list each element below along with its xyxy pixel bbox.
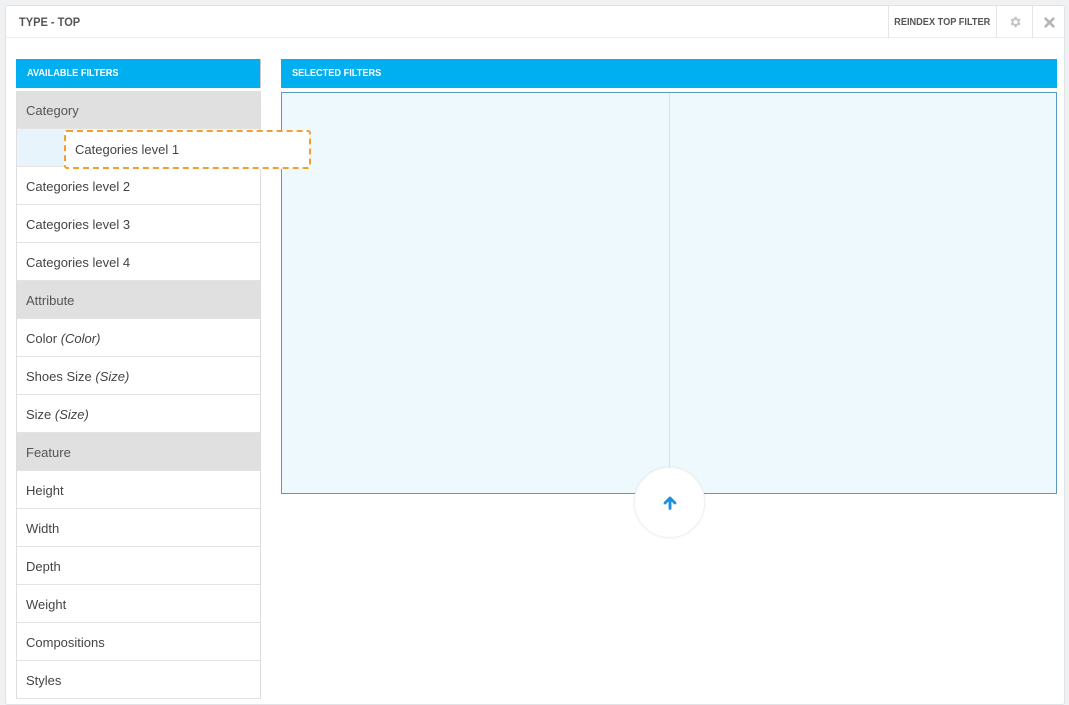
- panel-header: TYPE - TOP REINDEX TOP FILTER: [6, 6, 1064, 38]
- move-up-button[interactable]: [634, 467, 705, 538]
- filter-label: Weight: [26, 597, 67, 612]
- filter-group-header: Attribute: [17, 281, 260, 319]
- close-button[interactable]: [1032, 6, 1066, 38]
- available-filters-heading: AVAILABLE FILTERS: [16, 59, 261, 88]
- filter-sublabel: (Size): [95, 369, 130, 384]
- filter-label: Width: [26, 521, 60, 536]
- page-title: TYPE - TOP: [19, 15, 81, 29]
- filter-label: Shoes Size: [26, 369, 92, 384]
- filter-label: Depth: [26, 559, 61, 574]
- arrow-up-icon: [663, 496, 676, 510]
- filter-label: Styles: [26, 673, 62, 688]
- filter-label: Size: [26, 407, 52, 422]
- filter-label: Height: [26, 483, 64, 498]
- filter-item[interactable]: Height: [17, 471, 260, 509]
- filter-item[interactable]: Styles: [17, 661, 260, 699]
- dropzone-divider: [669, 93, 670, 493]
- filter-item[interactable]: Categories level 3: [17, 205, 260, 243]
- filter-item[interactable]: Categories level 4: [17, 243, 260, 281]
- filter-label: Compositions: [26, 635, 105, 650]
- filter-group-header: Feature: [17, 433, 260, 471]
- filter-label: Category: [26, 103, 79, 118]
- filter-item[interactable]: Categories level 2: [17, 167, 260, 205]
- filter-sublabel: (Color): [60, 331, 101, 346]
- filter-label: Categories level 4: [26, 255, 131, 270]
- filter-item[interactable]: Width: [17, 509, 260, 547]
- filter-label: Feature: [26, 445, 71, 460]
- filter-item[interactable]: Shoes Size (Size): [17, 357, 260, 395]
- filter-item[interactable]: Color (Color): [17, 319, 260, 357]
- gear-icon: [1010, 16, 1021, 28]
- close-icon: [1044, 16, 1055, 28]
- dragging-filter-item[interactable]: Categories level 1: [64, 130, 311, 169]
- available-filters-list: Category Categories level 2 Categories lev…: [16, 91, 261, 699]
- filter-item[interactable]: Weight: [17, 585, 260, 623]
- filter-label: Categories level 3: [26, 217, 131, 232]
- filter-item[interactable]: Depth: [17, 547, 260, 585]
- selected-filters-heading: SELECTED FILTERS: [281, 59, 1057, 88]
- filter-sublabel: (Size): [54, 407, 89, 422]
- reindex-label: REINDEX TOP FILTER: [894, 16, 991, 28]
- filter-panel: TYPE - TOP REINDEX TOP FILTER AVAILABLE …: [5, 5, 1065, 705]
- filter-label: Color: [26, 331, 58, 346]
- filter-group-header: Category: [17, 91, 260, 129]
- filter-label: Attribute: [26, 293, 75, 308]
- selected-filters-dropzone[interactable]: [281, 92, 1057, 494]
- filter-item[interactable]: Compositions: [17, 623, 260, 661]
- settings-button[interactable]: [996, 6, 1032, 38]
- filter-item[interactable]: Size (Size): [17, 395, 260, 433]
- reindex-top-filter-button[interactable]: REINDEX TOP FILTER: [888, 6, 996, 38]
- filter-label: Categories level 2: [26, 179, 131, 194]
